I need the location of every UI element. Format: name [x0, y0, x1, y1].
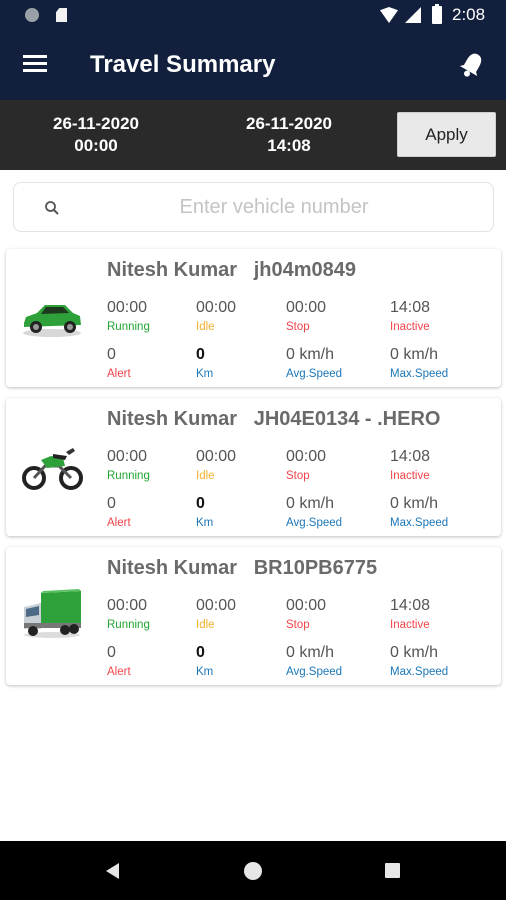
stop-value: 00:00: [286, 448, 327, 465]
running-label: Running: [107, 321, 150, 333]
running-label: Running: [107, 619, 150, 631]
vehicle-number: jh04m0849: [253, 259, 356, 281]
car-icon: [23, 305, 81, 337]
max-speed-value: 0 km/h: [390, 346, 439, 363]
max-speed-value: 0 km/h: [390, 495, 439, 512]
vehicle-card[interactable]: Nitesh Kumar jh04m0849 00:00 Running 00:…: [6, 249, 501, 387]
km-value: 0: [196, 644, 205, 661]
stop-label: Stop: [286, 470, 310, 482]
alert-value: 0: [107, 495, 116, 512]
vehicle-title: Nitesh Kumar BR10PB6775: [107, 557, 377, 580]
battery-icon: [432, 4, 442, 24]
owner-name: Nitesh Kumar: [107, 408, 238, 430]
inactive-value: 14:08: [390, 597, 431, 614]
system-nav-bar: [0, 841, 506, 900]
to-datetime[interactable]: 26-11-2020 14:08: [219, 113, 359, 157]
vehicle-card[interactable]: Nitesh Kumar BR10PB6775 00:00 Running 00…: [6, 547, 501, 685]
inactive-label: Inactive: [390, 321, 430, 333]
travel-summary-screen: 2:08 Travel Summary 26-11-2020 00:00 26-…: [0, 0, 506, 900]
idle-label: Idle: [196, 619, 215, 631]
avg-speed-value: 0 km/h: [286, 644, 335, 661]
hamburger-menu-icon[interactable]: [23, 55, 47, 73]
stop-value: 00:00: [286, 299, 327, 316]
idle-value: 00:00: [196, 597, 237, 614]
vehicle-number: BR10PB6775: [253, 557, 378, 579]
stop-label: Stop: [286, 619, 310, 631]
vehicle-search-input[interactable]: [74, 191, 474, 223]
max-speed-label: Max.Speed: [390, 666, 449, 678]
running-value: 00:00: [107, 597, 148, 614]
km-label: Km: [196, 666, 214, 678]
running-value: 00:00: [107, 448, 148, 465]
owner-name: Nitesh Kumar: [107, 557, 238, 579]
recent-apps-icon[interactable]: [385, 863, 400, 878]
alert-label: Alert: [107, 368, 131, 380]
idle-label: Idle: [196, 321, 215, 333]
avg-speed-label: Avg.Speed: [286, 666, 343, 678]
km-label: Km: [196, 517, 214, 529]
vehicle-search-box: [13, 182, 494, 232]
truck-icon: [24, 589, 81, 638]
avg-speed-value: 0 km/h: [286, 495, 335, 512]
alert-label: Alert: [107, 666, 131, 678]
status-bar: 2:08: [0, 0, 506, 30]
bell-icon[interactable]: [457, 50, 487, 80]
stop-label: Stop: [286, 321, 310, 333]
km-label: Km: [196, 368, 214, 380]
idle-value: 00:00: [196, 448, 237, 465]
app-bar: Travel Summary: [0, 30, 506, 100]
to-date: 26-11-2020: [245, 114, 333, 133]
inactive-value: 14:08: [390, 299, 431, 316]
back-icon[interactable]: [106, 863, 119, 879]
motorcycle-icon: [22, 448, 83, 490]
alert-value: 0: [107, 644, 116, 661]
page-title: Travel Summary: [90, 51, 276, 78]
vehicle-card[interactable]: Nitesh Kumar JH04E0134 - .HERO 00:00 Run…: [6, 398, 501, 536]
avg-speed-label: Avg.Speed: [286, 368, 343, 380]
cell-signal-icon: [405, 7, 421, 23]
vehicle-number: JH04E0134 - .HERO: [253, 408, 441, 430]
max-speed-value: 0 km/h: [390, 644, 439, 661]
avg-speed-label: Avg.Speed: [286, 517, 343, 529]
from-date: 26-11-2020: [52, 114, 140, 133]
to-time: 14:08: [267, 136, 311, 155]
stop-value: 00:00: [286, 597, 327, 614]
idle-label: Idle: [196, 470, 215, 482]
notification-dot-icon: [25, 8, 39, 22]
from-time: 00:00: [74, 136, 118, 155]
alert-value: 0: [107, 346, 116, 363]
running-value: 00:00: [107, 299, 148, 316]
avg-speed-value: 0 km/h: [286, 346, 335, 363]
from-datetime[interactable]: 26-11-2020 00:00: [26, 113, 166, 157]
apply-button[interactable]: Apply: [397, 112, 496, 157]
max-speed-label: Max.Speed: [390, 517, 449, 529]
alert-label: Alert: [107, 517, 131, 529]
date-range-bar: 26-11-2020 00:00 26-11-2020 14:08 Apply: [0, 100, 506, 170]
km-value: 0: [196, 495, 205, 512]
home-icon[interactable]: [244, 862, 262, 880]
sd-card-icon: [56, 8, 67, 22]
status-time: 2:08: [452, 5, 486, 24]
inactive-label: Inactive: [390, 470, 430, 482]
running-label: Running: [107, 470, 150, 482]
search-icon: [45, 201, 59, 215]
vehicle-title: Nitesh Kumar jh04m0849: [107, 259, 356, 282]
vehicle-title: Nitesh Kumar JH04E0134 - .HERO: [107, 408, 440, 431]
owner-name: Nitesh Kumar: [107, 259, 238, 281]
idle-value: 00:00: [196, 299, 237, 316]
inactive-value: 14:08: [390, 448, 431, 465]
wifi-icon: [380, 7, 398, 23]
max-speed-label: Max.Speed: [390, 368, 449, 380]
inactive-label: Inactive: [390, 619, 430, 631]
km-value: 0: [196, 346, 205, 363]
